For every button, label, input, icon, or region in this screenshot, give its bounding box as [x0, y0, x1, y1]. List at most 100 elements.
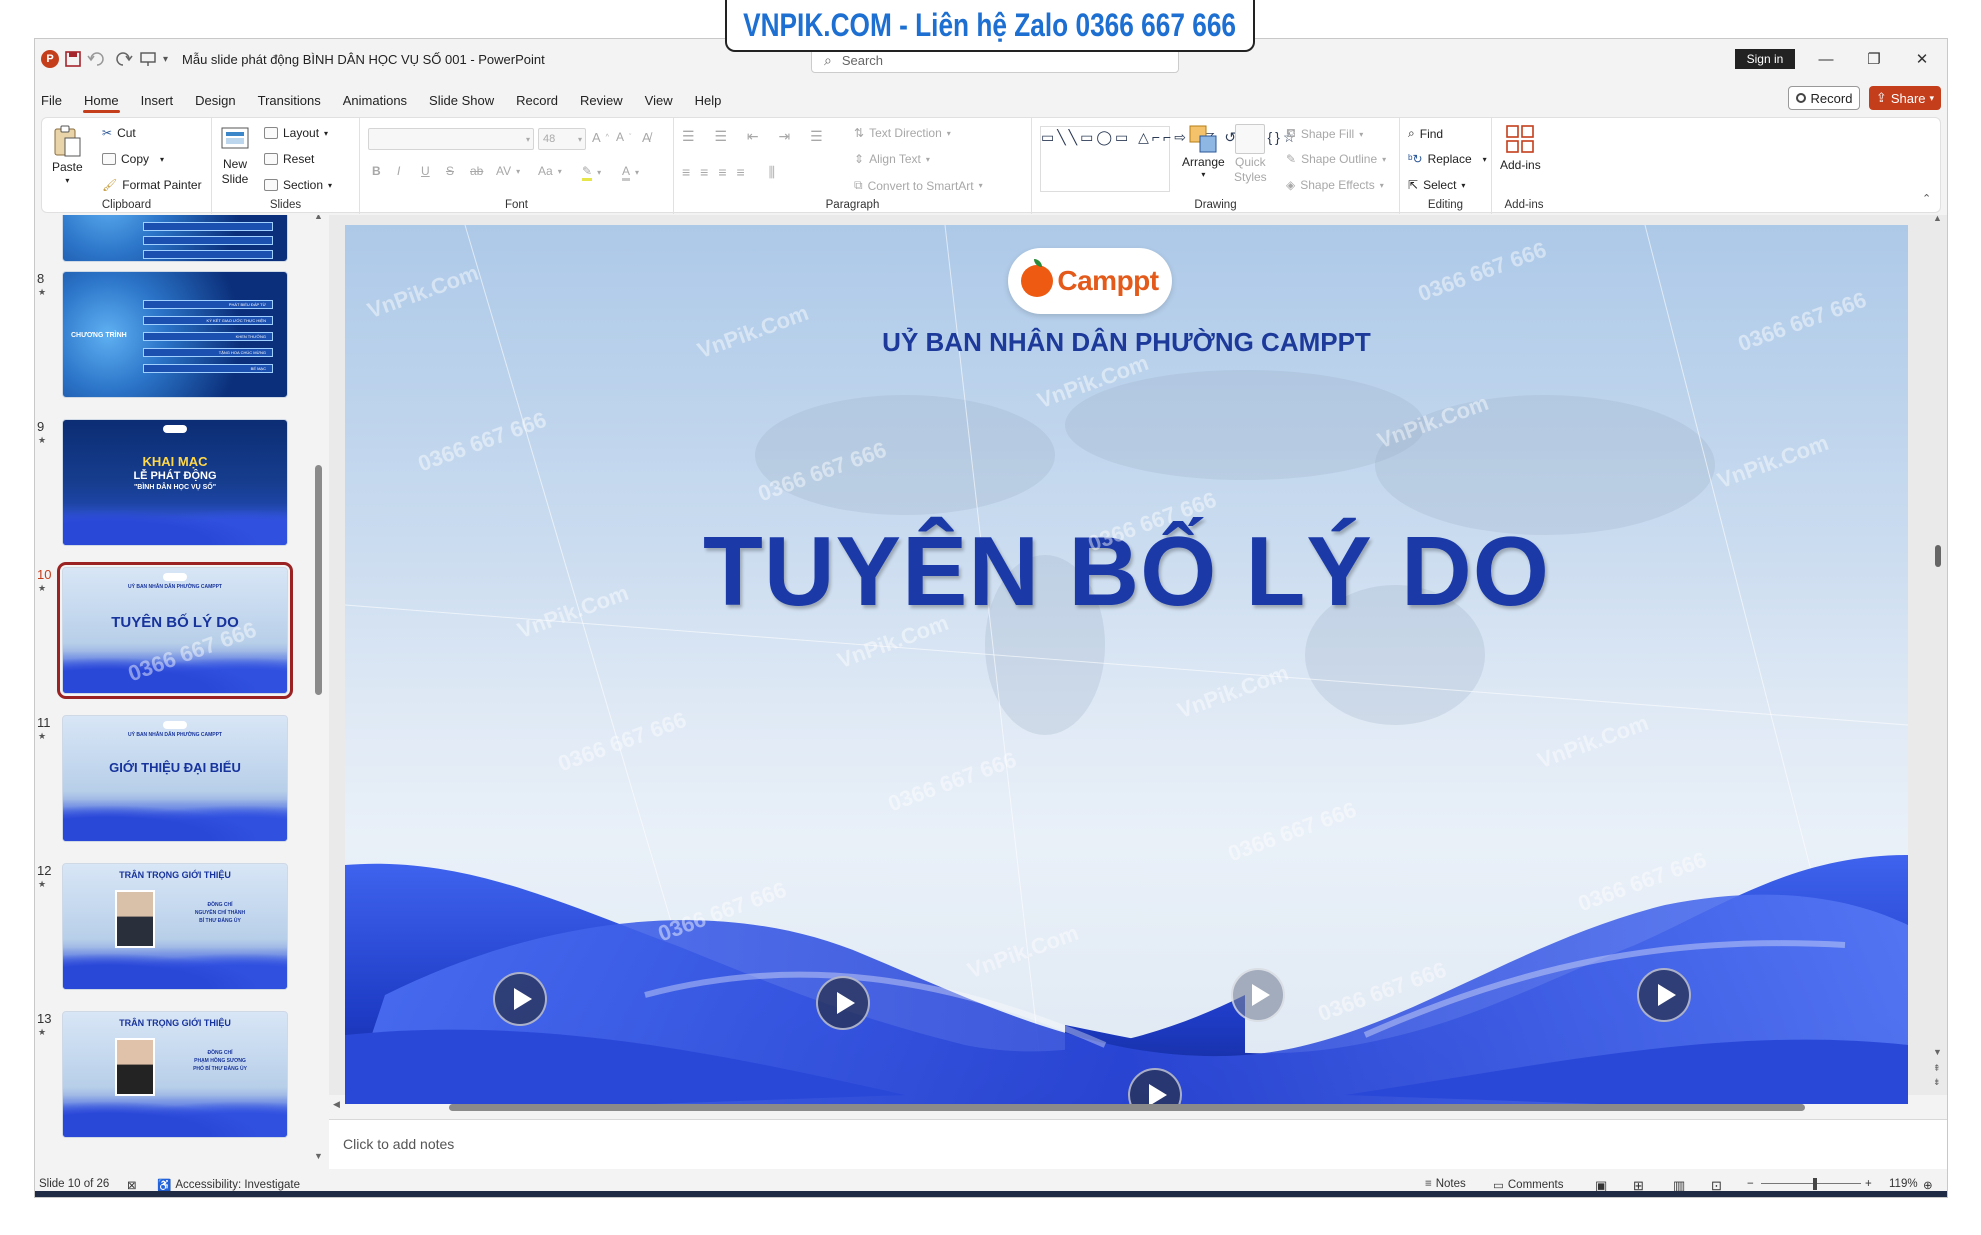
change-case-button[interactable]: Aa ▾ — [538, 164, 562, 178]
sign-in-button[interactable]: Sign in — [1735, 49, 1795, 69]
slide-thumbnail-12[interactable]: TRÂN TRỌNG GIỚI THIỆU ĐỒNG CHÍ NGUYỄN CH… — [62, 863, 288, 990]
list-buttons[interactable]: ☰ ☰ ⇤ ⇥ ☰ — [682, 128, 831, 145]
copy-button[interactable]: Copy ▾ — [102, 152, 164, 166]
scroll-left-icon[interactable]: ◀ — [333, 1099, 340, 1110]
slide-thumbnail-13[interactable]: TRÂN TRỌNG GIỚI THIỆU ĐỒNG CHÍ PHẠM HỒNG… — [62, 1011, 288, 1138]
quick-styles-button[interactable]: Quick Styles — [1234, 124, 1267, 184]
format-painter-button[interactable]: 🖌 Format Painter — [102, 178, 202, 192]
shrink-font-icon[interactable]: Aˇ — [616, 130, 631, 144]
customize-icon[interactable]: ▾ — [163, 47, 168, 71]
scrollbar-thumb[interactable] — [1935, 545, 1941, 567]
slide-thumbnail-11[interactable]: UỶ BAN NHÂN DÂN PHƯỜNG CAMPPT GIỚI THIỆU… — [62, 715, 288, 842]
tab-review[interactable]: Review — [569, 85, 634, 115]
minimize-icon[interactable]: — — [1811, 47, 1841, 71]
slide-thumbnail-7[interactable] — [62, 215, 288, 262]
new-slide-button[interactable]: New Slide — [220, 124, 250, 186]
thumb-title: TRÂN TRỌNG GIỚI THIỆU — [119, 870, 231, 880]
convert-smartart-button[interactable]: ⧉ Convert to SmartArt ▾ — [854, 178, 983, 193]
layout-button[interactable]: Layout ▾ — [264, 126, 328, 140]
section-button[interactable]: Section ▾ — [264, 178, 332, 192]
slide-title[interactable]: TUYÊN BỐ LÝ DO — [345, 515, 1908, 628]
slide-thumbnail-10[interactable]: UỶ BAN NHÂN DÂN PHƯỜNG CAMPPT TUYÊN BỐ L… — [57, 562, 293, 699]
save-icon[interactable] — [65, 47, 81, 71]
scroll-up-icon[interactable]: ▲ — [1933, 213, 1942, 223]
tab-insert[interactable]: Insert — [130, 85, 185, 115]
align-buttons[interactable]: ≡≡≡≡ ⫼ — [682, 164, 785, 181]
restore-icon[interactable]: ❐ — [1859, 47, 1889, 71]
font-color-button[interactable]: A ▾ — [622, 164, 639, 181]
scroll-down-icon[interactable]: ▼ — [1933, 1047, 1942, 1057]
find-button[interactable]: ⌕ Find — [1408, 126, 1443, 141]
thumbnails-scrollbar[interactable]: ▲ ▼ — [312, 215, 326, 1165]
character-spacing-button[interactable]: AV ▾ — [496, 164, 520, 178]
share-button[interactable]: ⇪ Share ▾ — [1869, 86, 1941, 110]
present-icon[interactable] — [139, 47, 157, 71]
tab-slide-show[interactable]: Slide Show — [418, 85, 505, 115]
collapse-ribbon-icon[interactable]: ⌃ — [1922, 192, 1931, 205]
replace-button[interactable]: ᵇ↻ Replace ▾ — [1408, 152, 1487, 166]
play-video-button[interactable] — [1637, 968, 1691, 1022]
slide-horizontal-scrollbar[interactable]: ◀ ▶ — [329, 1097, 1947, 1115]
shapes-gallery[interactable]: ▭╲╲▭◯▭ △⌐⌐⇨⇩◸ ↺╲⌒{}☆ — [1040, 126, 1295, 192]
tab-transitions[interactable]: Transitions — [247, 85, 332, 115]
font-size-select[interactable]: 48 ▾ — [538, 128, 586, 150]
tab-design[interactable]: Design — [184, 85, 246, 115]
paint-bucket-icon: ⛾ — [1286, 126, 1296, 140]
current-slide[interactable]: Camppt UỶ BAN NHÂN DÂN PHƯỜNG CAMPPT TUY… — [345, 225, 1908, 1104]
font-family-select[interactable]: ▾ — [368, 128, 534, 150]
accessibility-button[interactable]: ♿ Accessibility: Investigate — [157, 1178, 300, 1192]
scrollbar-thumb[interactable] — [449, 1104, 1805, 1111]
cut-button[interactable]: ✂ Cut — [102, 126, 136, 140]
arrange-button[interactable]: Arrange ▾ — [1182, 124, 1225, 179]
slide-vertical-scrollbar[interactable]: ▲ ▼ ⇞ ⇟ — [1929, 213, 1947, 1095]
zoom-in-icon[interactable]: + — [1865, 1178, 1872, 1190]
notes-button[interactable]: ≡ Notes — [1425, 1178, 1466, 1190]
notes-pane[interactable]: Click to add notes — [329, 1119, 1947, 1169]
previous-slide-icon[interactable]: ⇞ — [1933, 1063, 1941, 1074]
tab-home[interactable]: Home — [73, 85, 130, 115]
bold-button[interactable]: B — [372, 164, 381, 178]
scroll-down-icon[interactable]: ▼ — [314, 1151, 323, 1161]
tab-view[interactable]: View — [634, 85, 684, 115]
grow-font-icon[interactable]: A ^ — [592, 130, 609, 145]
clear-formatting-icon[interactable]: A̸ — [642, 130, 651, 145]
shape-fill-button[interactable]: ⛾ Shape Fill ▾ — [1286, 126, 1363, 142]
scrollbar-thumb[interactable] — [315, 465, 322, 695]
zoom-slider-thumb[interactable] — [1813, 1178, 1817, 1190]
text-direction-button[interactable]: ⇅ Text Direction ▾ — [854, 126, 951, 140]
play-video-button[interactable] — [816, 976, 870, 1030]
shape-outline-button[interactable]: ✎ Shape Outline ▾ — [1286, 152, 1386, 166]
play-video-button[interactable] — [1231, 968, 1285, 1022]
undo-icon[interactable] — [87, 47, 109, 71]
close-icon[interactable]: ✕ — [1907, 47, 1937, 71]
play-video-button[interactable] — [493, 972, 547, 1026]
next-slide-icon[interactable]: ⇟ — [1933, 1077, 1941, 1088]
shape-effects-button[interactable]: ◈ Shape Effects ▾ — [1286, 178, 1384, 192]
reset-button[interactable]: Reset — [264, 152, 314, 166]
highlight-color-button[interactable]: ✎ ▾ — [582, 164, 601, 181]
zoom-slider[interactable] — [1761, 1183, 1861, 1184]
italic-button[interactable]: I — [397, 164, 400, 178]
align-text-button[interactable]: ⇕ Align Text ▾ — [854, 152, 930, 166]
redo-icon[interactable] — [115, 47, 133, 71]
thumb-title: TRÂN TRỌNG GIỚI THIỆU — [119, 1018, 231, 1028]
tab-animations[interactable]: Animations — [332, 85, 418, 115]
tab-record[interactable]: Record — [505, 85, 569, 115]
addins-button[interactable]: Add-ins — [1500, 124, 1541, 172]
zoom-level[interactable]: 119% — [1889, 1178, 1918, 1190]
strikethrough-button[interactable]: S — [446, 164, 454, 178]
tab-file[interactable]: File — [35, 85, 73, 115]
paste-button[interactable]: Paste ▾ — [52, 124, 83, 185]
fit-to-window-icon[interactable]: ⊕ — [1923, 1178, 1933, 1192]
spelling-icon[interactable]: ⊠ — [127, 1178, 137, 1192]
tab-help[interactable]: Help — [684, 85, 733, 115]
shadow-button[interactable]: ab — [470, 164, 483, 178]
select-button[interactable]: ⇱ Select ▾ — [1408, 178, 1465, 192]
slide-thumbnail-8[interactable]: CHƯƠNG TRÌNH PHÁT BIỂU ĐÁP TỪ KÝ KẾT GIA… — [62, 271, 288, 398]
record-button[interactable]: Record — [1788, 86, 1860, 110]
slide-thumbnail-9[interactable]: KHAI MẠC LỄ PHÁT ĐỘNG "BÌNH DÂN HỌC VỤ S… — [62, 419, 288, 546]
comments-button[interactable]: ▭ Comments — [1493, 1178, 1563, 1192]
scroll-up-icon[interactable]: ▲ — [314, 215, 323, 221]
zoom-out-icon[interactable]: − — [1747, 1178, 1754, 1190]
underline-button[interactable]: U — [421, 164, 430, 178]
